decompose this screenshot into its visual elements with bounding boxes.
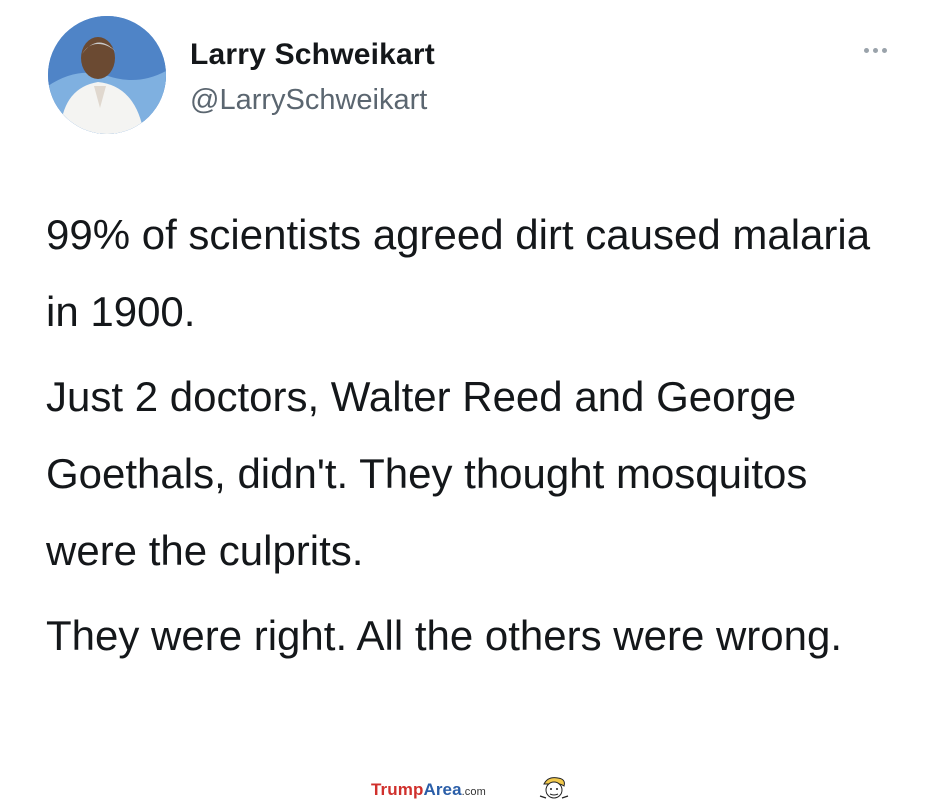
tweet-paragraph-1: 99% of scientists agreed dirt caused mal… bbox=[46, 211, 871, 335]
tweet-paragraph-3: They were right. All the others were wro… bbox=[46, 612, 843, 659]
brand-part-com: .com bbox=[461, 786, 486, 798]
mascot-icon bbox=[539, 777, 569, 799]
avatar-photo bbox=[48, 16, 166, 134]
brand-part-area: Area bbox=[423, 780, 462, 799]
brand-part-trump: Trump bbox=[371, 780, 424, 799]
avatar[interactable] bbox=[48, 16, 166, 134]
author-name[interactable]: Larry Schweikart bbox=[190, 38, 435, 72]
tweet-paragraph-2: Just 2 doctors, Walter Reed and George G… bbox=[46, 373, 808, 574]
watermark-bar: TrumpArea.com bbox=[0, 772, 940, 804]
brand-watermark: TrumpArea.com bbox=[371, 780, 486, 800]
tweet-card: Larry Schweikart @LarrySchweikart 99% of… bbox=[0, 0, 940, 773]
author-handle[interactable]: @LarrySchweikart bbox=[190, 84, 427, 117]
ellipsis-icon[interactable] bbox=[858, 42, 892, 58]
tweet-text: 99% of scientists agreed dirt caused mal… bbox=[46, 196, 906, 682]
